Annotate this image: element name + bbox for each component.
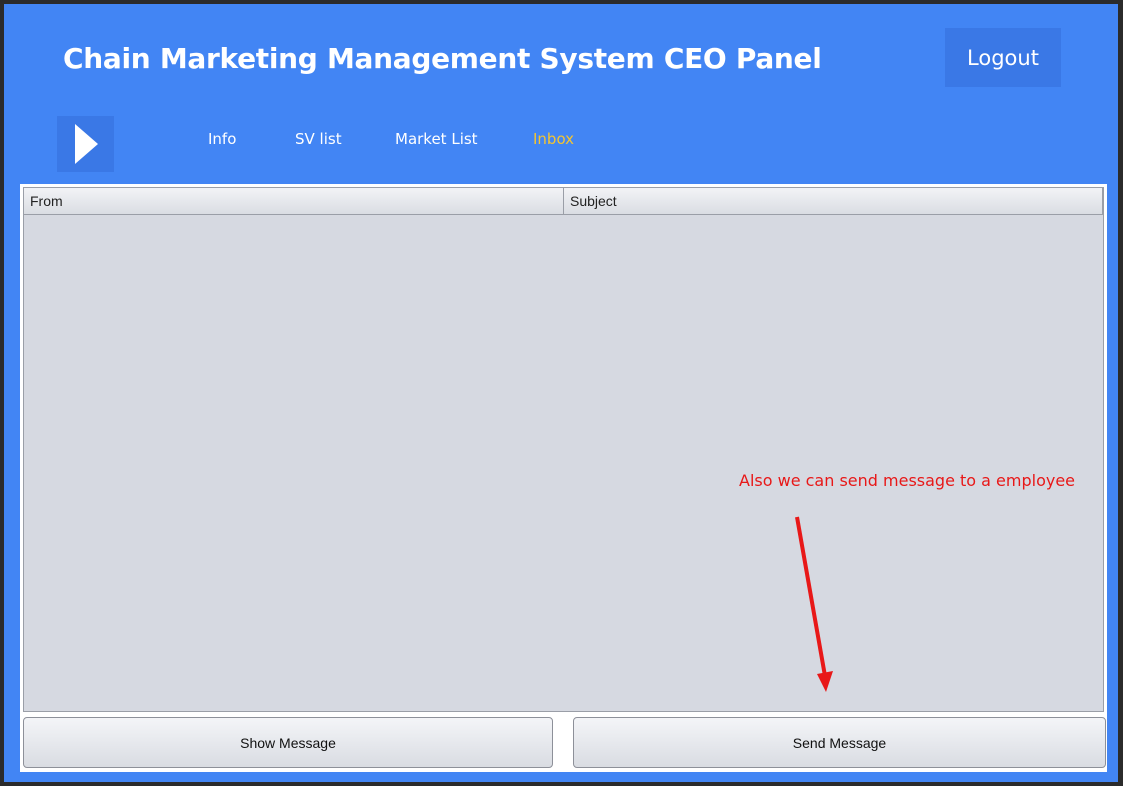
logout-button[interactable]: Logout [945,28,1061,87]
annotation-text: Also we can send message to a employee [739,471,1076,490]
page-title: Chain Marketing Management System CEO Pa… [63,42,822,75]
column-header-subject[interactable]: Subject [564,188,1103,214]
column-header-from[interactable]: From [24,188,564,214]
menu-toggle-button[interactable] [57,116,114,172]
tab-inbox[interactable]: Inbox [533,130,574,148]
table-body[interactable] [24,215,1103,711]
tab-market-list[interactable]: Market List [395,130,478,148]
send-message-button[interactable]: Send Message [573,717,1106,768]
tab-info[interactable]: Info [208,130,236,148]
play-triangle-icon [74,124,98,164]
inbox-table[interactable]: From Subject [23,187,1104,712]
tab-sv-list[interactable]: SV list [295,130,342,148]
table-header: From Subject [24,188,1103,215]
show-message-button[interactable]: Show Message [23,717,553,768]
ceo-panel-window: Chain Marketing Management System CEO Pa… [4,4,1118,782]
